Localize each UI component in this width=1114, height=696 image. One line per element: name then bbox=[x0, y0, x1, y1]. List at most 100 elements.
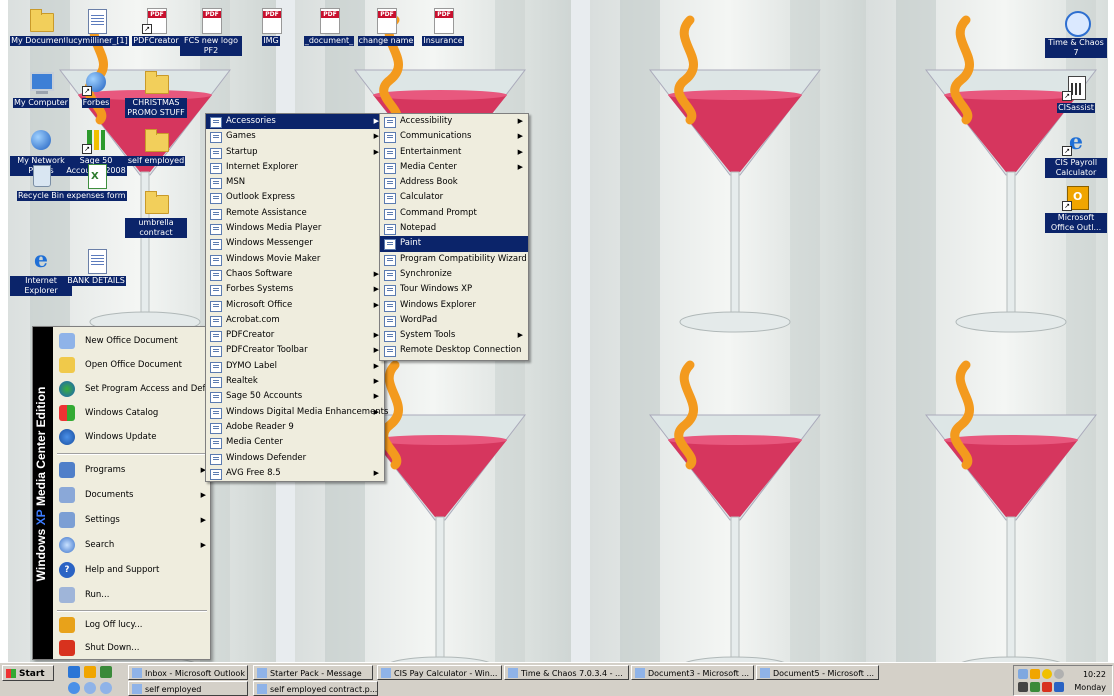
start-item-windows-update[interactable]: Windows Update bbox=[55, 425, 210, 449]
start-item-help-and-support[interactable]: ? Help and Support bbox=[55, 558, 210, 582]
desktop-icon-document[interactable]: PDF _document_ bbox=[298, 8, 360, 46]
programs-menu-item[interactable]: Windows Media Player bbox=[206, 221, 384, 236]
taskbar-window-button[interactable]: Inbox - Microsoft Outlook bbox=[128, 665, 248, 680]
desktop-icon-christmas[interactable]: CHRISTMAS PROMO STUFF bbox=[125, 70, 187, 118]
quicklaunch-back-icon[interactable] bbox=[84, 682, 96, 694]
quicklaunch-ie-icon[interactable] bbox=[68, 666, 80, 678]
taskbar-window-button[interactable]: Document3 - Microsoft ... bbox=[631, 665, 754, 680]
programs-menu-item[interactable]: PDFCreator Toolbar ▶ bbox=[206, 343, 384, 358]
programs-menu-item[interactable]: Windows Messenger bbox=[206, 236, 384, 251]
desktop-icon-img[interactable]: PDF IMG bbox=[240, 8, 302, 46]
taskbar-window-button[interactable]: Time & Chaos 7.0.3.4 - ... bbox=[504, 665, 629, 680]
desktop-icon-pdfcreator[interactable]: PDF ↗ PDFCreator bbox=[125, 8, 187, 46]
desktop-icon-ms-office-outlook[interactable]: ↗ Microsoft Office Outl... bbox=[1045, 185, 1107, 233]
accessories-menu-item[interactable]: Synchronize bbox=[380, 267, 528, 282]
accessories-menu-item[interactable]: Windows Explorer bbox=[380, 298, 528, 313]
programs-menu-item[interactable]: AVG Free 8.5 ▶ bbox=[206, 466, 384, 481]
accessories-menu-item[interactable]: Accessibility ▶ bbox=[380, 114, 528, 129]
desktop-icon-umbrella[interactable]: umbrella contract bbox=[125, 190, 187, 238]
desktop-icon-time-chaos[interactable]: Time & Chaos 7 bbox=[1045, 10, 1107, 58]
desktop-icon-change-name[interactable]: PDF change name bbox=[355, 8, 417, 46]
taskbar-window-button[interactable]: self employed contract.p... bbox=[253, 681, 378, 696]
desktop-icon-fcs-new-logo[interactable]: PDF FCS new logo PF2 bbox=[180, 8, 242, 56]
programs-menu-item[interactable]: MSN bbox=[206, 175, 384, 190]
accessories-menu-item[interactable]: WordPad bbox=[380, 313, 528, 328]
programs-menu-item[interactable]: Windows Defender bbox=[206, 451, 384, 466]
programs-menu-item[interactable]: Microsoft Office ▶ bbox=[206, 298, 384, 313]
taskbar-window-button[interactable]: Starter Pack - Message bbox=[253, 665, 373, 680]
accessories-menu-item[interactable]: Address Book bbox=[380, 175, 528, 190]
accessories-menu-item[interactable]: Command Prompt bbox=[380, 206, 528, 221]
quicklaunch-outlook-icon[interactable] bbox=[84, 666, 96, 678]
taskbar-window-button[interactable]: CIS Pay Calculator - Win... bbox=[377, 665, 502, 680]
tray-volume-icon[interactable] bbox=[1018, 682, 1028, 692]
accessories-menu-item[interactable]: Program Compatibility Wizard bbox=[380, 252, 528, 267]
start-menu-separator bbox=[57, 453, 207, 455]
desktop-icon-insurance[interactable]: PDF Insurance bbox=[412, 8, 474, 46]
start-item-windows-catalog[interactable]: Windows Catalog bbox=[55, 401, 210, 425]
programs-menu-item[interactable]: Internet Explorer bbox=[206, 160, 384, 175]
quicklaunch-media-icon[interactable] bbox=[68, 682, 80, 694]
programs-menu-item[interactable]: Realtek ▶ bbox=[206, 374, 384, 389]
programs-menu-item[interactable]: Remote Assistance bbox=[206, 206, 384, 221]
taskbar-window-button[interactable]: Document5 - Microsoft ... bbox=[756, 665, 879, 680]
programs-menu-item[interactable]: Startup ▶ bbox=[206, 145, 384, 160]
start-item-set-program-access[interactable]: Set Program Access and Defaults bbox=[55, 377, 226, 401]
accessories-menu-item[interactable]: Entertainment ▶ bbox=[380, 145, 528, 160]
start-item-shut-down[interactable]: Shut Down... bbox=[55, 636, 210, 660]
clock-time[interactable]: 10:22 bbox=[1083, 670, 1106, 679]
programs-menu-item[interactable]: Acrobat.com bbox=[206, 313, 384, 328]
start-item-open-office-document[interactable]: Open Office Document bbox=[55, 353, 210, 377]
tray-outlook-icon[interactable] bbox=[1030, 669, 1040, 679]
start-item-run[interactable]: Run... bbox=[55, 583, 210, 607]
tray-defender-icon[interactable] bbox=[1042, 682, 1052, 692]
start-item-new-office-document[interactable]: New Office Document bbox=[55, 329, 210, 353]
programs-menu-item[interactable]: Windows Movie Maker bbox=[206, 252, 384, 267]
desktop-icon-expenses-form[interactable]: expenses form bbox=[65, 163, 127, 201]
programs-menu-item[interactable]: Forbes Systems ▶ bbox=[206, 282, 384, 297]
programs-menu-item[interactable]: Sage 50 Accounts ▶ bbox=[206, 389, 384, 404]
desktop-icon-internet-explorer[interactable]: e Internet Explorer bbox=[10, 248, 72, 296]
accessories-menu-item[interactable]: Calculator bbox=[380, 190, 528, 205]
start-item-search[interactable]: Search ▶ bbox=[55, 533, 210, 557]
desktop-icon-my-computer[interactable]: My Computer bbox=[10, 70, 72, 108]
tray-clock-icon[interactable] bbox=[1054, 669, 1064, 679]
programs-menu-item[interactable]: Adobe Reader 9 bbox=[206, 420, 384, 435]
desktop-icon-my-documents[interactable]: My Documents bbox=[10, 8, 72, 46]
desktop-icon-bank-details[interactable]: BANK DETAILS bbox=[65, 248, 127, 286]
accessories-menu-item[interactable]: Notepad bbox=[380, 221, 528, 236]
tray-security-icon[interactable] bbox=[1042, 669, 1052, 679]
accessories-menu-item[interactable]: System Tools ▶ bbox=[380, 328, 528, 343]
start-item-documents[interactable]: Documents ▶ bbox=[55, 483, 210, 507]
start-item-settings[interactable]: Settings ▶ bbox=[55, 508, 210, 532]
programs-menu-item[interactable]: Chaos Software ▶ bbox=[206, 267, 384, 282]
programs-menu-item[interactable]: Accessories ▶ bbox=[206, 114, 384, 130]
desktop-icon-cis-payroll[interactable]: e ↗ CIS Payroll Calculator bbox=[1045, 130, 1107, 178]
accessories-menu-item[interactable]: Communications ▶ bbox=[380, 129, 528, 144]
accessories-menu-item[interactable]: Tour Windows XP bbox=[380, 282, 528, 297]
accessories-menu-item[interactable]: Remote Desktop Connection bbox=[380, 343, 528, 358]
tray-avg-icon[interactable] bbox=[1030, 682, 1040, 692]
desktop-icon-lucymilliner[interactable]: lucymilliner_[1] bbox=[65, 8, 129, 46]
desktop-icon-self-employed[interactable]: self employed bbox=[125, 128, 187, 166]
tray-network-icon[interactable] bbox=[1018, 669, 1028, 679]
desktop-icon-recycle-bin[interactable]: Recycle Bin bbox=[10, 163, 72, 201]
accessories-menu-item[interactable]: Media Center ▶ bbox=[380, 160, 528, 175]
tray-update-icon[interactable] bbox=[1054, 682, 1064, 692]
programs-menu-item[interactable]: DYMO Label ▶ bbox=[206, 359, 384, 374]
start-item-programs[interactable]: Programs ▶ bbox=[55, 458, 210, 482]
start-button[interactable]: Start bbox=[2, 665, 54, 681]
programs-menu-item[interactable]: Games ▶ bbox=[206, 129, 384, 144]
start-item-log-off[interactable]: Log Off lucy... bbox=[55, 613, 210, 637]
programs-menu-item[interactable]: Windows Digital Media Enhancements ▶ bbox=[206, 405, 388, 420]
taskbar-window-button[interactable]: self employed bbox=[128, 681, 248, 696]
banner-prefix: Windows bbox=[34, 528, 48, 582]
quicklaunch-desktop-icon[interactable] bbox=[100, 666, 112, 678]
programs-menu-item[interactable]: PDFCreator ▶ bbox=[206, 328, 384, 343]
desktop-icon-cisassist[interactable]: ↗ CISassist bbox=[1045, 75, 1107, 113]
desktop-icon-forbes[interactable]: ↗ Forbes bbox=[65, 70, 127, 108]
accessories-menu-item[interactable]: Paint bbox=[380, 236, 528, 252]
programs-menu-item[interactable]: Media Center bbox=[206, 435, 384, 450]
programs-menu-item[interactable]: Outlook Express bbox=[206, 190, 384, 205]
quicklaunch-forward-icon[interactable] bbox=[100, 682, 112, 694]
